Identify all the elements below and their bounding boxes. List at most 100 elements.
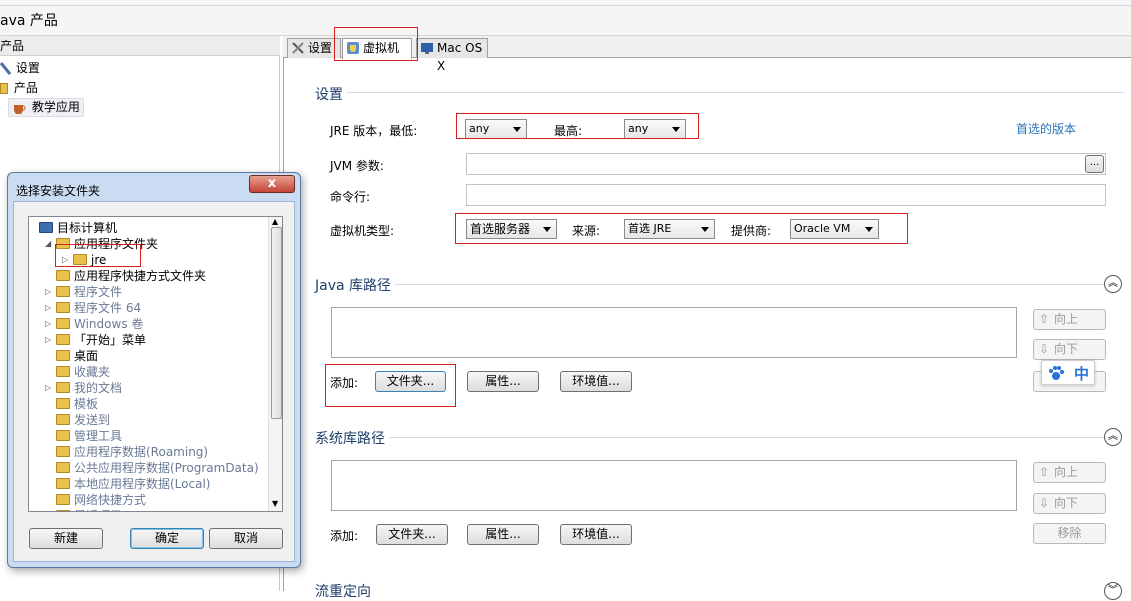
folder-tree-item[interactable]: 公共应用程序数据(ProgramData) [29, 460, 267, 476]
tree-item-teaching-app[interactable]: 教学应用 [8, 98, 84, 117]
jvm-params-field[interactable] [466, 153, 1106, 175]
folder-tree-item[interactable]: 发送到 [29, 412, 267, 428]
folder-icon [56, 302, 70, 313]
cmdline-field[interactable] [466, 184, 1106, 206]
cmdline-label: 命令行: [330, 190, 371, 204]
folder-tree-item[interactable]: 模板 [29, 396, 267, 412]
choose-folder-dialog: 选择安装文件夹 x 最近项目网络快捷方式 本地应用程序数据(Local) 公共应用程… [7, 172, 301, 568]
folder-tree-label: 应用程序数据(Roaming) [74, 445, 209, 459]
java-lib-add-env-button[interactable]: 环境值... [560, 371, 632, 392]
folder-tree-label: 本地应用程序数据(Local) [74, 477, 211, 491]
folder-tree-item[interactable]: ▷ 程序文件 64 [29, 300, 267, 316]
collapse-sys-lib-button[interactable]: ︽ [1104, 428, 1122, 446]
sys-lib-add-label: 添加: [330, 529, 359, 543]
tree-item-products[interactable]: 产品 [0, 78, 38, 98]
folder-tree-item[interactable]: 桌面 [29, 348, 267, 364]
sys-lib-add-property-button[interactable]: 属性... [467, 524, 539, 545]
ime-mode-label: 中 [1074, 365, 1090, 383]
computer-icon [39, 222, 53, 233]
project-tree-header: 产品 [0, 36, 280, 56]
folder-tree-item[interactable]: 目标计算机 [29, 220, 267, 236]
folder-tree-label: 桌面 [74, 349, 99, 363]
arrow-down-icon: ⇩ [1039, 342, 1050, 356]
sys-lib-up-button[interactable]: ⇧ 向上 [1033, 462, 1106, 483]
folder-tree-label: 最近项目 [74, 508, 122, 511]
folder-icon [56, 398, 70, 409]
folder-tree-item[interactable]: 管理工具 [29, 428, 267, 444]
jvm-params-label: JVM 参数: [330, 159, 384, 173]
button-label: 向上 [1054, 465, 1079, 479]
folder-tree-item[interactable]: 收藏夹 [29, 364, 267, 380]
expander-icon[interactable]: ◢ [45, 236, 55, 252]
folder-tree-item[interactable]: ▷ 程序文件 [29, 284, 267, 300]
java-lib-down-button[interactable]: ⇩ 向下 [1033, 339, 1106, 360]
tab-macosx[interactable]: Mac OS X [416, 38, 488, 73]
folder-icon [0, 83, 8, 94]
ime-indicator[interactable]: 中 [1041, 360, 1095, 385]
expander-icon[interactable]: ▷ [45, 380, 55, 396]
folder-tree-label: 目标计算机 [57, 221, 118, 235]
title-divider [0, 5, 1131, 6]
folder-tree-label: 模板 [74, 397, 99, 411]
java-lib-add-property-button[interactable]: 属性... [467, 371, 539, 392]
folder-tree-label: 程序文件 [74, 285, 123, 299]
tools-icon [292, 42, 304, 54]
expander-icon[interactable]: ▷ [45, 300, 55, 316]
java-lib-list[interactable] [331, 307, 1017, 358]
editor-area: 设置 虚拟机 Mac OS X 设置 JRE 版本，最低: any 最高: an… [283, 27, 1131, 601]
folder-tree-label: 程序文件 64 [74, 301, 142, 315]
folder-tree-item[interactable]: ▷ 我的文档 [29, 380, 267, 396]
section-title-settings: 设置 [315, 84, 347, 104]
sys-lib-remove-button[interactable]: 移除 [1033, 523, 1106, 544]
folder-icon [56, 494, 70, 505]
preferred-version-link[interactable]: 首选的版本 [1016, 120, 1076, 137]
folder-icon [56, 414, 70, 425]
new-folder-button[interactable]: 新建 [29, 528, 103, 549]
folder-tree-item[interactable]: 本地应用程序数据(Local) [29, 476, 267, 492]
folder-tree-item[interactable]: 最近项目 [29, 508, 267, 511]
folder-icon [56, 350, 70, 361]
java-lib-up-button[interactable]: ⇧ 向上 [1033, 309, 1106, 330]
folder-tree-label: Windows 卷 [74, 317, 144, 331]
cancel-button[interactable]: 取消 [209, 528, 283, 549]
folder-tree-item[interactable]: 应用程序数据(Roaming) [29, 444, 267, 460]
folder-tree-item[interactable]: 应用程序快捷方式文件夹 [29, 268, 267, 284]
folder-tree-label: 收藏夹 [74, 365, 111, 379]
sys-lib-add-folder-button[interactable]: 文件夹... [376, 524, 448, 545]
expander-icon[interactable]: ▷ [45, 332, 55, 348]
expander-icon[interactable]: ▷ [45, 284, 55, 300]
folder-icon [56, 366, 70, 377]
scrollbar-thumb[interactable] [271, 227, 282, 419]
sys-lib-down-button[interactable]: ⇩ 向下 [1033, 493, 1106, 514]
sys-lib-list[interactable] [331, 460, 1017, 511]
folder-tree-item[interactable]: 网络快捷方式 [29, 492, 267, 508]
section-divider [314, 284, 1104, 285]
highlight-add-folder [325, 364, 456, 407]
jvm-params-browse-button[interactable]: ... [1085, 155, 1104, 173]
folder-tree-label: 发送到 [74, 413, 111, 427]
button-label: 向上 [1054, 312, 1079, 326]
folder-icon [56, 382, 70, 393]
folder-icon [56, 270, 70, 281]
folder-icon [56, 430, 70, 441]
arrow-up-icon: ⇧ [1039, 312, 1050, 326]
folder-icon [56, 478, 70, 489]
dialog-close-button[interactable]: x [249, 175, 295, 193]
tree-scrollbar[interactable]: ▲ ▼ [268, 217, 282, 511]
highlight-jre-folder [55, 244, 141, 267]
wrench-icon [0, 61, 12, 75]
section-divider [314, 437, 1104, 438]
ok-button[interactable]: 确定 [130, 528, 204, 549]
coffee-cup-icon [14, 104, 26, 114]
folder-tree-item[interactable]: ▷ 「开始」菜单 [29, 332, 267, 348]
sys-lib-add-env-button[interactable]: 环境值... [560, 524, 632, 545]
folder-tree-item[interactable]: ▷ Windows 卷 [29, 316, 267, 332]
tree-item-settings[interactable]: 设置 [0, 58, 40, 78]
tab-settings[interactable]: 设置 [287, 38, 341, 58]
scroll-up-icon[interactable]: ▲ [272, 217, 278, 226]
scroll-down-icon[interactable]: ▼ [272, 499, 278, 508]
collapse-redirect-button[interactable]: ︾ [1104, 582, 1122, 600]
collapse-java-lib-button[interactable]: ︽ [1104, 275, 1122, 293]
tab-label: 设置 [308, 41, 333, 55]
expander-icon[interactable]: ▷ [45, 316, 55, 332]
